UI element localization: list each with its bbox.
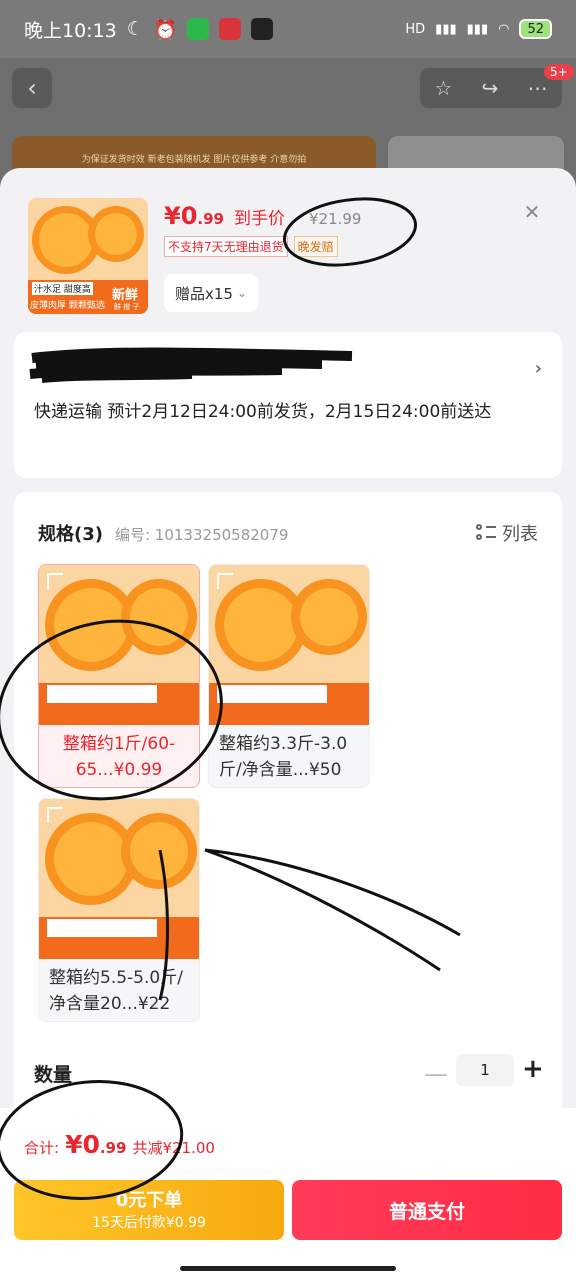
status-bar: 晚上10:13 ☾ ⏰ HD ▮▮▮ ▮▮▮ ◠ 52 <box>0 0 576 58</box>
price-row: ¥0.99 到手价 ¥21.99 <box>164 202 361 230</box>
checkout-footer: 合计: ¥0.99 共减¥21.00 0元下单 15天后付款¥0.99 普通支付 <box>0 1108 576 1280</box>
thumb-fresh: 新鲜 <box>112 288 139 303</box>
minus-icon[interactable]: — <box>424 1060 448 1088</box>
qq-icon <box>251 18 274 40</box>
quantity-input[interactable]: 1 <box>456 1054 514 1086</box>
redacted-address <box>29 347 353 383</box>
home-indicator <box>180 1266 396 1271</box>
variant-image <box>39 799 199 959</box>
list-view-toggle[interactable]: 列表 <box>476 520 538 546</box>
expand-icon[interactable] <box>47 807 63 823</box>
spec-card: 规格(3) 编号: 10133250582079 列表 整箱约1斤/60-65.… <box>14 492 562 1132</box>
variant-option-1[interactable]: 整箱约1斤/60-65...¥0.99 <box>38 564 200 788</box>
total-label: 合计: <box>24 1139 60 1157</box>
variant-option-2[interactable]: 整箱约3.3斤-3.0斤/净含量...¥50 <box>208 564 370 788</box>
list-label: 列表 <box>502 524 538 545</box>
thumb-small-text: 鲜 橙 子 <box>114 303 140 311</box>
price-now: ¥0.99 <box>164 202 224 230</box>
star-icon[interactable]: ☆ <box>435 76 453 100</box>
normal-pay-button[interactable]: 普通支付 <box>292 1180 562 1240</box>
original-price: ¥21.99 <box>308 210 362 228</box>
list-icon <box>476 523 496 543</box>
moon-icon: ☾ <box>126 18 144 40</box>
close-icon[interactable]: ✕ <box>520 200 544 224</box>
wechat-icon <box>187 18 210 40</box>
wifi-icon: ◠ <box>498 21 510 37</box>
header-actions: ☆ ↪ ⋯ <box>420 68 562 108</box>
notification-badge: 5+ <box>544 64 574 80</box>
share-icon[interactable]: ↪ <box>482 76 499 100</box>
thumb-caption-2: 皮薄肉厚 颗颗甄选 <box>30 301 105 311</box>
back-button[interactable]: ‹ <box>12 68 52 108</box>
variant-image <box>209 565 369 725</box>
battery-icon: 52 <box>519 19 552 39</box>
plus-icon[interactable]: + <box>522 1054 544 1084</box>
more-icon[interactable]: ⋯ <box>527 76 547 100</box>
expand-icon[interactable] <box>217 573 233 589</box>
spec-header: 规格(3) 编号: 10133250582079 <box>38 520 288 546</box>
gift-label: 赠品x15 <box>174 284 233 303</box>
signal-bars-icon-2: ▮▮▮ <box>466 21 489 37</box>
product-thumbnail[interactable]: 汁水足 甜度高 新鲜 皮薄肉厚 颗颗甄选 鲜 橙 子 <box>28 198 148 314</box>
late-compensation-tag[interactable]: 晚发赔 <box>293 236 338 257</box>
no-return-tag: 不支持7天无理由退货 <box>164 236 288 257</box>
variant-image <box>39 565 199 725</box>
status-time: 晚上10:13 <box>24 19 117 42</box>
signal-bars-icon: ▮▮▮ <box>435 21 457 37</box>
pay-later-button[interactable]: 0元下单 15天后付款¥0.99 <box>14 1180 284 1240</box>
variant-label: 整箱约3.3斤-3.0斤/净含量...¥50 <box>219 734 348 780</box>
variant-label: 整箱约1斤/60-65...¥0.99 <box>62 734 176 780</box>
gift-button[interactable]: 赠品x15 ⌄ <box>164 274 258 312</box>
chevron-right-icon: › <box>534 358 542 379</box>
pay-later-title: 0元下单 <box>115 1190 183 1211</box>
product-header: 汁水足 甜度高 新鲜 皮薄肉厚 颗颗甄选 鲜 橙 子 ¥0.99 到手价 ¥21… <box>0 168 576 328</box>
quantity-row: 数量 — 1 + <box>0 1048 576 1108</box>
discount-text: 共减¥21.00 <box>132 1139 215 1157</box>
sku-sheet: 汁水足 甜度高 新鲜 皮薄肉厚 颗颗甄选 鲜 橙 子 ¥0.99 到手价 ¥21… <box>0 168 576 1280</box>
quantity-label: 数量 <box>34 1064 73 1086</box>
expand-icon[interactable] <box>47 573 63 589</box>
app-icon <box>219 18 242 40</box>
spec-title: 规格(3) <box>38 524 103 545</box>
alarm-icon: ⏰ <box>153 18 178 41</box>
total-amount: ¥0.99 <box>65 1130 127 1159</box>
price-label: 到手价 <box>233 209 285 229</box>
service-tags: 不支持7天无理由退货 晚发赔 <box>164 236 338 257</box>
thumb-caption-1: 汁水足 甜度高 <box>32 282 93 295</box>
variant-label: 整箱约5.5-5.0斤/净含量20...¥22 <box>49 968 183 1014</box>
chevron-down-icon: ⌄ <box>236 286 248 300</box>
signal-icon: HD <box>405 21 426 37</box>
spec-number: 编号: 10133250582079 <box>114 526 289 544</box>
address-card[interactable]: › 快递运输 预计2月12日24:00前发货，2月15日24:00前送达 <box>14 332 562 478</box>
total-row: 合计: ¥0.99 共减¥21.00 <box>24 1130 215 1159</box>
pay-later-subtitle: 15天后付款¥0.99 <box>92 1215 206 1231</box>
variant-option-3[interactable]: 整箱约5.5-5.0斤/净含量20...¥22 <box>38 798 200 1022</box>
shipping-info: 快递运输 预计2月12日24:00前发货，2月15日24:00前送达 <box>34 402 492 422</box>
